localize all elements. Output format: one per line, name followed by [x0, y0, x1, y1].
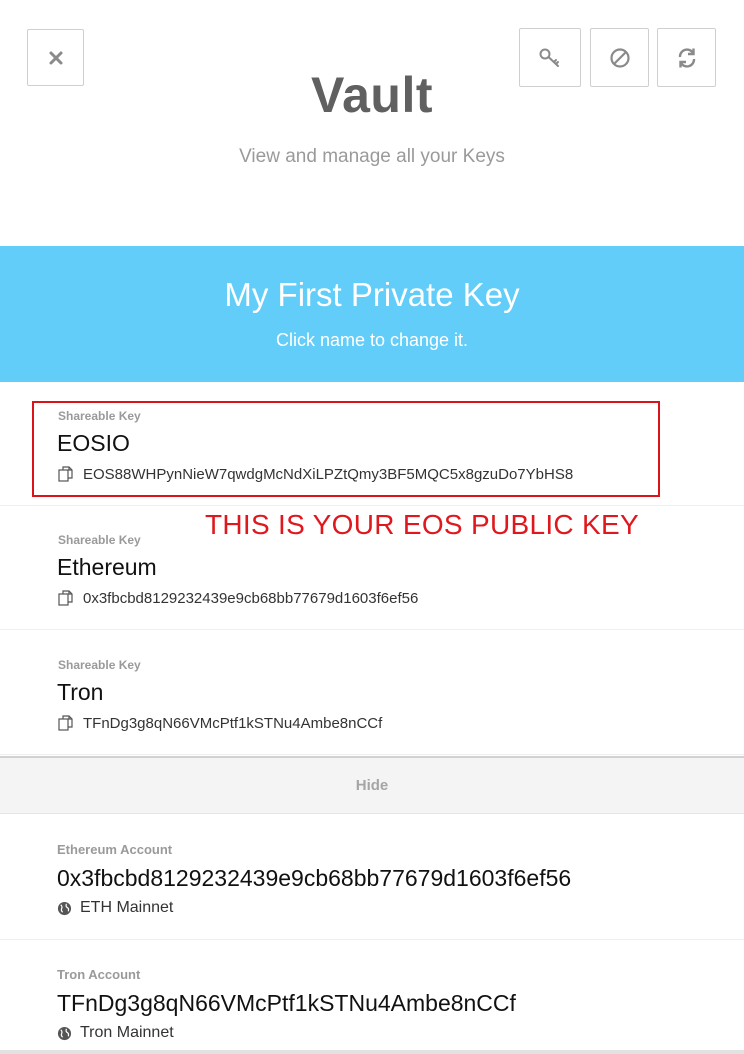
annotation-text: THIS IS YOUR EOS PUBLIC KEY [205, 509, 639, 540]
key-banner: My First Private Key Click name to chang… [0, 246, 744, 382]
account-row-tron: Tron Account TFnDg3g8qN66VMcPtf1kSTNu4Am… [0, 940, 744, 1054]
blockchain-name: Ethereum [57, 554, 157, 580]
account-network: Tron Mainnet [57, 1024, 174, 1042]
globe-icon [57, 1026, 72, 1040]
divider [0, 1050, 744, 1054]
annotation-highlight-box [32, 401, 660, 497]
page-subtitle: View and manage all your Keys [239, 146, 505, 167]
key-name-hint: Click name to change it. [275, 330, 469, 350]
shareable-key-label: Shareable Key [58, 658, 141, 672]
blockchain-name: Tron [57, 679, 104, 705]
copy-icon[interactable] [57, 589, 75, 607]
account-name: TFnDg3g8qN66VMcPtf1kSTNu4Ambe8nCCf [57, 990, 516, 1016]
account-row-ethereum: Ethereum Account 0x3fbcbd8129232439e9cb6… [0, 815, 744, 940]
account-name: 0x3fbcbd8129232439e9cb68bb77679d1603f6ef… [57, 865, 572, 891]
close-icon [49, 51, 62, 64]
network-name: Tron Mainnet [80, 1024, 174, 1041]
network-name: ETH Mainnet [80, 899, 174, 916]
account-network: ETH Mainnet [57, 899, 173, 917]
public-key: 0x3fbcbd8129232439e9cb68bb77679d1603f6ef… [57, 589, 418, 607]
hide-button[interactable]: Hide [0, 756, 744, 814]
public-key: TFnDg3g8qN66VMcPtf1kSTNu4Ambe8nCCf [57, 714, 382, 732]
account-label: Tron Account [57, 967, 141, 982]
key-row-tron: Shareable Key Tron TFnDg3g8qN66VMcPtf1kS… [0, 631, 744, 755]
shareable-key-label: Shareable Key [58, 533, 141, 547]
key-name-editable[interactable]: My First Private Key [0, 276, 744, 314]
public-key-value[interactable]: 0x3fbcbd8129232439e9cb68bb77679d1603f6ef… [83, 590, 418, 607]
page-title: Vault [311, 67, 433, 123]
globe-icon [57, 901, 72, 915]
vault-page: Vault View and manage all your Keys My F… [0, 0, 744, 1054]
account-label: Ethereum Account [57, 842, 173, 857]
public-key-value[interactable]: TFnDg3g8qN66VMcPtf1kSTNu4Ambe8nCCf [83, 715, 382, 732]
copy-icon[interactable] [57, 714, 75, 732]
